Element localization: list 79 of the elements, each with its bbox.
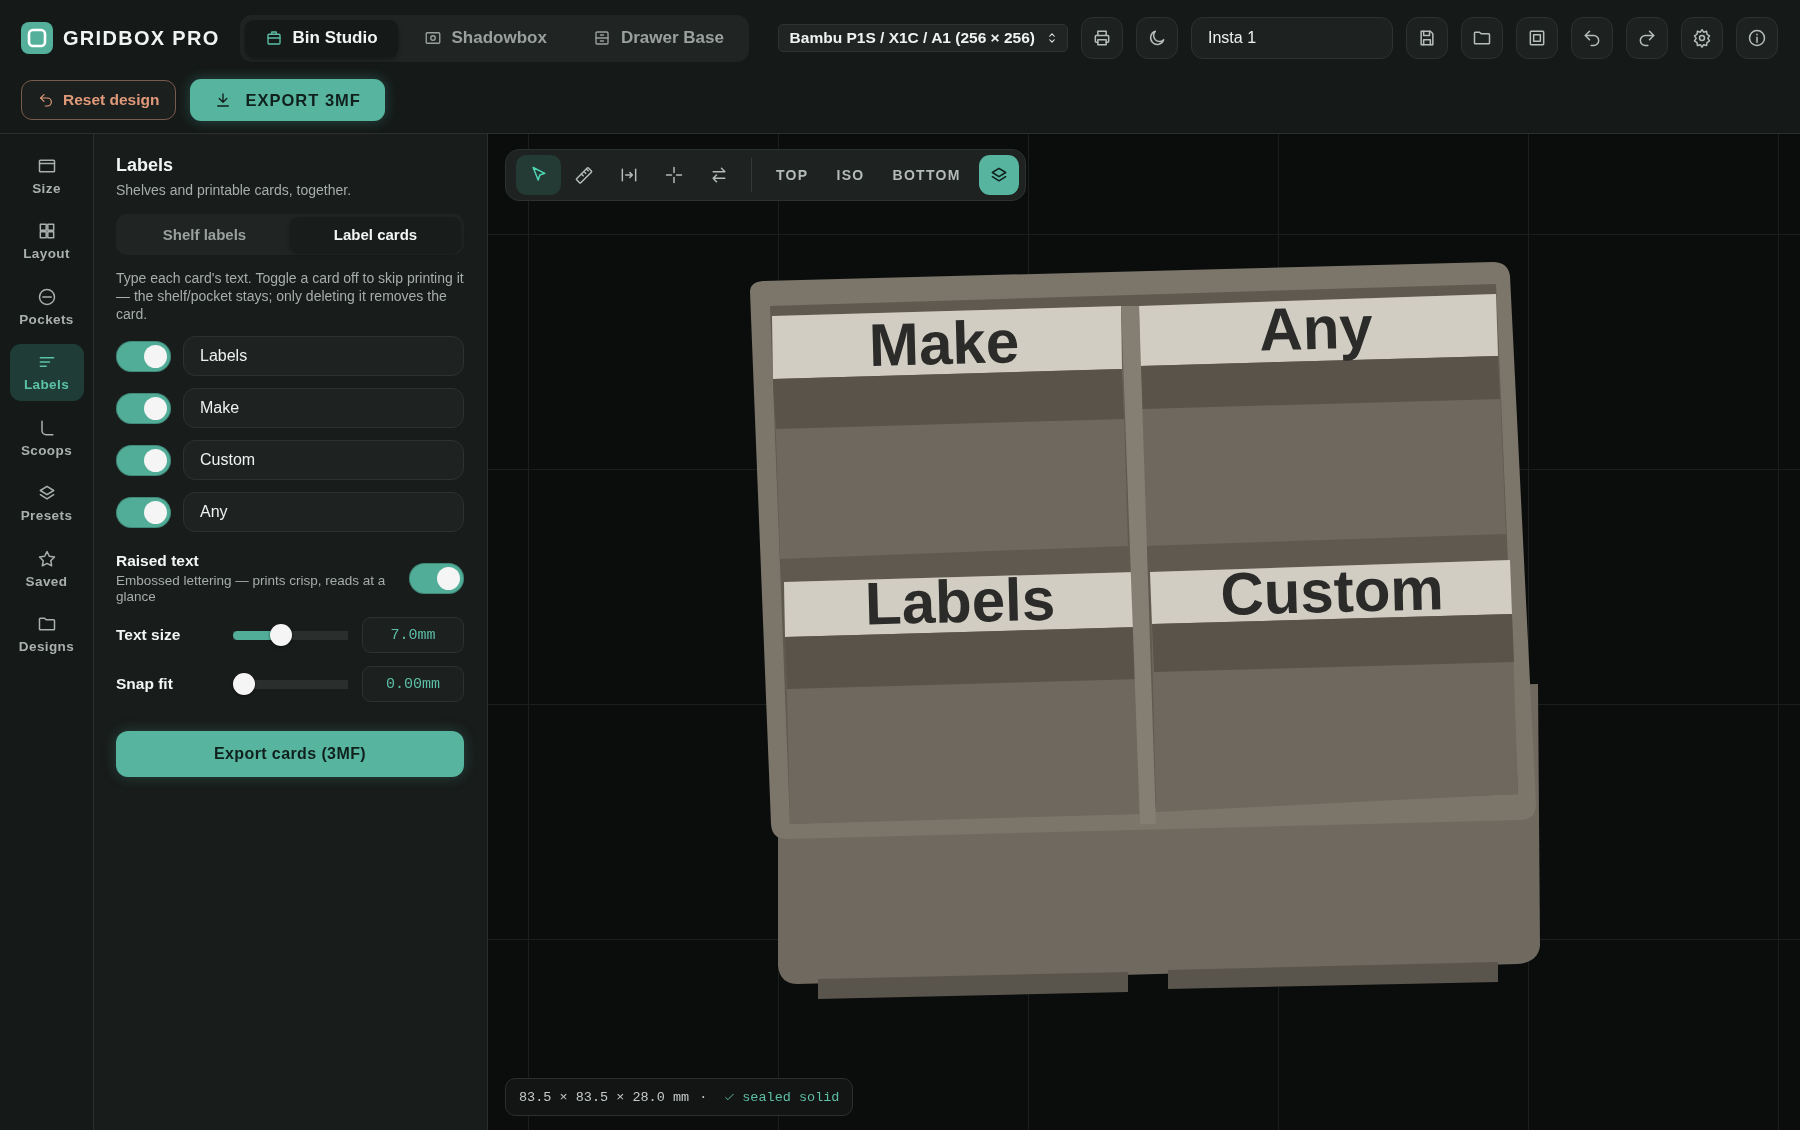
folder-icon bbox=[1472, 28, 1492, 48]
card-toggle[interactable] bbox=[116, 340, 171, 372]
undo-icon bbox=[1582, 28, 1602, 48]
settings-icon bbox=[1692, 28, 1712, 48]
card-text-field[interactable]: Labels bbox=[183, 336, 464, 376]
dimensions-text: 83.5 × 83.5 × 28.0 mm bbox=[519, 1089, 690, 1105]
sidebar-item[interactable]: Scoops bbox=[9, 409, 84, 466]
folder-icon bbox=[36, 614, 57, 634]
card-toggle[interactable] bbox=[116, 444, 171, 476]
mode-tab[interactable]: Bin Studio bbox=[244, 19, 398, 57]
slider-label: Snap fit bbox=[116, 675, 174, 693]
app-name: GRIDBOX PRO bbox=[63, 26, 220, 50]
project-name-field[interactable]: Insta 1 bbox=[1191, 17, 1393, 59]
model-label-text: Labels bbox=[864, 565, 1056, 638]
value-field[interactable]: 0.00mm bbox=[362, 666, 464, 702]
sidebar-item[interactable]: Pockets bbox=[9, 278, 84, 335]
view-button[interactable]: ISO bbox=[822, 155, 879, 195]
sidebar-item[interactable]: Saved bbox=[9, 540, 84, 597]
mode-tab[interactable]: Shadowbox bbox=[403, 19, 567, 57]
info-icon bbox=[1747, 28, 1767, 48]
crosshair-icon bbox=[663, 165, 684, 185]
panel-subtitle: Shelves and printable cards, together. bbox=[116, 182, 352, 198]
slider-thumb[interactable] bbox=[233, 673, 255, 695]
frame-icon bbox=[423, 29, 442, 47]
moon-icon bbox=[1147, 28, 1167, 48]
minus-circle-icon bbox=[36, 286, 57, 307]
printer-button[interactable] bbox=[1081, 17, 1123, 59]
briefcase-icon bbox=[264, 29, 283, 47]
card-text-field[interactable]: Custom bbox=[183, 440, 464, 480]
model-label-text: Custom bbox=[1219, 555, 1445, 628]
view-button[interactable]: TOP bbox=[762, 155, 823, 195]
reset-design-button[interactable]: Reset design bbox=[21, 80, 177, 120]
redo-icon bbox=[1637, 28, 1657, 48]
segment-tab[interactable]: Shelf labels bbox=[119, 217, 290, 252]
undo-button[interactable] bbox=[1571, 17, 1613, 59]
printer-icon bbox=[1092, 28, 1112, 48]
setting-title: Raised text bbox=[116, 552, 199, 570]
save-icon bbox=[1417, 28, 1437, 48]
sidebar-item[interactable]: Designs bbox=[9, 605, 84, 663]
card-toggle[interactable] bbox=[116, 392, 171, 424]
card-text-field[interactable]: Make bbox=[183, 388, 464, 428]
logo-icon bbox=[21, 22, 53, 54]
star-icon bbox=[36, 548, 57, 569]
redo-button[interactable] bbox=[1626, 17, 1668, 59]
printer-select[interactable]: Bambu P1S / X1C / A1 (256 × 256) bbox=[777, 24, 1068, 52]
model-label-text: Make bbox=[868, 308, 1020, 379]
card-toggle[interactable] bbox=[116, 496, 171, 528]
card-text-field[interactable]: Any bbox=[183, 492, 464, 532]
setting-description: Embossed lettering — prints crisp, reads at a glance bbox=[116, 573, 387, 605]
sidebar-item[interactable]: Presets bbox=[9, 474, 84, 532]
export-3mf-button[interactable]: EXPORT 3MF bbox=[190, 79, 385, 121]
cursor-tool-button[interactable] bbox=[516, 155, 561, 195]
ruler-icon bbox=[573, 165, 594, 185]
mode-tab[interactable]: Drawer Base bbox=[572, 19, 744, 57]
view-button[interactable]: BOTTOM bbox=[878, 155, 975, 195]
square-frame-icon bbox=[1527, 28, 1547, 48]
info-button[interactable] bbox=[1736, 17, 1778, 59]
square-frame-button[interactable] bbox=[1516, 17, 1558, 59]
separator-text: · bbox=[699, 1089, 708, 1105]
segment-tab[interactable]: Label cards bbox=[290, 217, 461, 252]
sidebar-item[interactable]: Layout bbox=[9, 212, 84, 270]
slider-label: Text size bbox=[116, 626, 182, 644]
sidebar-item[interactable]: Size bbox=[9, 147, 84, 204]
moon-button[interactable] bbox=[1136, 17, 1178, 59]
sidebar-item[interactable]: Labels bbox=[9, 343, 84, 401]
settings-button[interactable] bbox=[1681, 17, 1723, 59]
status-text: sealed solid bbox=[742, 1089, 840, 1105]
value-field[interactable]: 7.0mm bbox=[362, 617, 464, 653]
layers-button[interactable] bbox=[978, 155, 1019, 195]
export-cards-button[interactable]: Export cards (3MF) bbox=[116, 731, 464, 777]
undo-arrow-icon bbox=[38, 92, 54, 108]
save-button[interactable] bbox=[1406, 17, 1448, 59]
slider-thumb[interactable] bbox=[270, 624, 293, 646]
folder-button[interactable] bbox=[1461, 17, 1503, 59]
model-label-text: Any bbox=[1258, 293, 1374, 364]
help-text: Type each card's text. Toggle a card off to skip printing it — the shelf/pocket stays; only deleting it removes the card. bbox=[116, 269, 464, 323]
drawer-icon bbox=[592, 29, 611, 47]
panel-title: Labels bbox=[116, 155, 174, 176]
raised-text-toggle[interactable] bbox=[409, 563, 464, 594]
